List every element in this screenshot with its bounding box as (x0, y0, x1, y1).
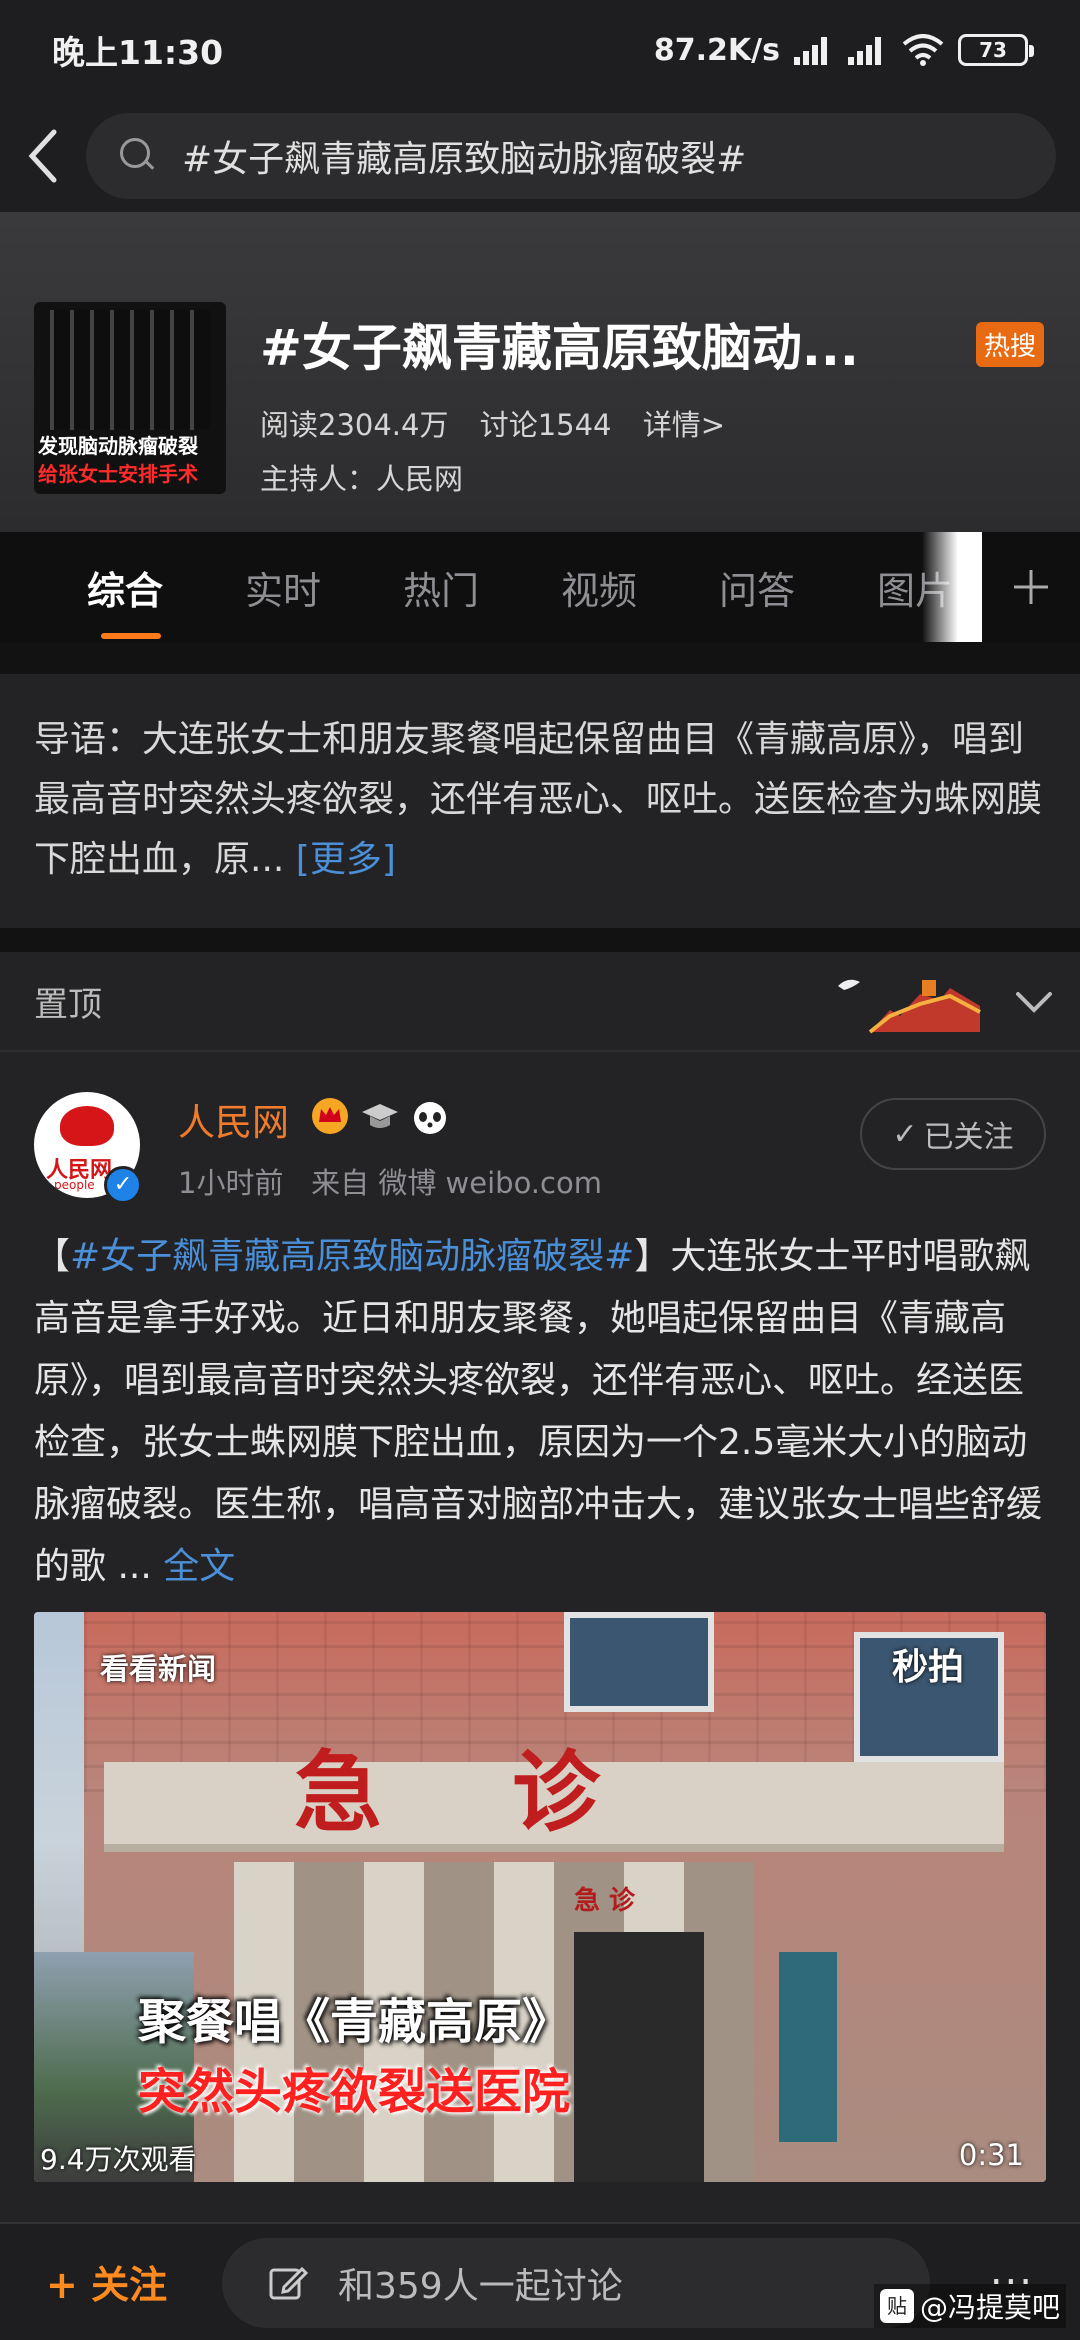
pinned-header: 置顶 (0, 952, 1080, 1050)
signal-hd-icon (794, 35, 834, 65)
graduation-cap-icon (358, 1094, 402, 1138)
thumb-caption-2: 给张女士安排手术 (38, 462, 198, 486)
intro-more-link[interactable]: [更多] (296, 839, 396, 880)
edit-icon (269, 2266, 308, 2300)
topic-thumbnail[interactable]: 发现脑动脉瘤破裂 给张女士安排手术 (34, 302, 226, 494)
post-source: 来自 微博 weibo.com (311, 1166, 602, 1200)
topic-header: 发现脑动脉瘤破裂 给张女士安排手术 #女子飙青藏高原致脑动... 热搜 阅读23… (0, 212, 1080, 532)
great-wall-decoration-icon (838, 979, 981, 1034)
follow-topic-button[interactable]: + 关注 (46, 2254, 167, 2309)
bottom-bar: + 关注 和359人一起讨论 ... 贴 @冯提莫吧 (0, 2222, 1080, 2340)
video-caption-2: 突然头疼欲裂送医院 (138, 2064, 571, 2120)
hot-search-badge[interactable]: 热搜 (976, 322, 1045, 367)
topic-title: #女子飙青藏高原致脑动... (260, 319, 859, 377)
video-emergency-sign: 急诊 (294, 1740, 731, 1844)
verified-icon: ✓ (104, 1166, 142, 1204)
section-divider (0, 642, 1080, 674)
video-door (574, 1932, 704, 2182)
video-source-logo: 看看新闻 (100, 1652, 217, 1686)
tab-video[interactable]: 视频 (520, 560, 678, 615)
full-text-link[interactable]: 全文 (163, 1546, 235, 1587)
panda-icon (408, 1094, 452, 1138)
watermark-text: @冯提莫吧 (919, 2291, 1060, 2324)
discuss-input[interactable]: 和359人一起讨论 (222, 2238, 930, 2328)
video-caption-1: 聚餐唱《青藏高原》 (138, 1994, 571, 2050)
post-text: 【#女子飙青藏高原致脑动脉瘤破裂#】大连张女士平时唱歌飙高音是拿手好戏。近日和朋… (34, 1226, 1044, 1598)
post-meta: 1小时前 来自 微博 weibo.com (178, 1160, 602, 1202)
thumb-caption-1: 发现脑动脉瘤破裂 (38, 434, 198, 458)
battery-icon: 73 (958, 34, 1034, 66)
chevron-down-icon[interactable] (1012, 980, 1056, 1024)
video-small-sign: 急 诊 (574, 1886, 636, 1916)
crown-icon (308, 1094, 352, 1138)
video-duration: 0:31 (958, 2138, 1024, 2172)
video-player[interactable]: 急诊 急 诊 看看新闻 秒拍 聚餐唱《青藏高原》 突然头疼欲裂送医院 9.4万次… (34, 1612, 1046, 2182)
topic-stats: 阅读2304.4万 讨论1544 详情> (260, 402, 747, 444)
pinned-label: 置顶 (34, 984, 102, 1025)
tab-hot[interactable]: 热门 (362, 560, 520, 615)
topic-tag-link[interactable]: #女子飙青藏高原致脑动脉瘤破裂# (70, 1236, 634, 1277)
status-icons: 87.2K/s 73 (653, 32, 1034, 68)
status-bar: 晚上11:30 87.2K/s 73 (0, 0, 1080, 100)
tab-realtime[interactable]: 实时 (204, 560, 362, 615)
topic-intro: 导语：大连张女士和朋友聚餐唱起保留曲目《青藏高原》，唱到最高音时突然头疼欲裂，还… (0, 674, 1080, 928)
watermark: 贴 @冯提莫吧 (873, 2284, 1066, 2328)
topic-host: 主持人：人民网 (260, 462, 464, 496)
bracket-open: 【 (34, 1236, 71, 1277)
tieba-icon: 贴 (879, 2289, 914, 2323)
signal-icon (848, 35, 888, 65)
tab-scroll-fade (922, 532, 982, 642)
video-blue-sign (779, 1952, 837, 2142)
discuss-placeholder: 和359人一起讨论 (338, 2266, 623, 2307)
search-input[interactable]: #女子飙青藏高原致脑动脉瘤破裂# (86, 113, 1056, 199)
thumb-xray-image (50, 310, 210, 430)
add-tab-button[interactable] (982, 532, 1080, 642)
video-view-count: 9.4万次观看 (40, 2143, 197, 2176)
following-button[interactable]: ✓ 已关注 (860, 1098, 1046, 1170)
chevron-left-icon (28, 129, 57, 183)
wifi-icon (902, 34, 944, 66)
weibo-post: 人民网 people ✓ 人民网 1小时前 来自 微博 weibo.com ✓ … (0, 1052, 1080, 2222)
search-query: #女子飙青藏高原致脑动脉瘤破裂# (182, 139, 747, 180)
avatar-logo-mark (60, 1106, 114, 1146)
tab-comprehensive[interactable]: 综合 (46, 560, 204, 639)
network-speed: 87.2K/s (653, 32, 780, 68)
post-author[interactable]: 人民网 (178, 1092, 289, 1146)
back-button[interactable] (0, 106, 86, 206)
tab-qa[interactable]: 问答 (678, 560, 836, 615)
following-label: 已关注 (923, 1120, 1014, 1155)
details-link[interactable]: 详情> (643, 408, 725, 442)
post-body-text: 】大连张女士平时唱歌飙高音是拿手好戏。近日和朋友聚餐，她唱起保留曲目《青藏高原》… (34, 1236, 1043, 1587)
post-time: 1小时前 (178, 1166, 284, 1200)
discussion-count: 讨论1544 (479, 408, 612, 442)
video-window (564, 1612, 714, 1712)
video-platform-logo: 秒拍 (892, 1647, 965, 1688)
tab-bar: 综合 实时 热门 视频 问答 图片 (0, 532, 1080, 642)
author-badges (308, 1094, 452, 1138)
status-time: 晚上11:30 (52, 33, 224, 72)
plus-icon (1014, 570, 1048, 604)
read-count: 阅读2304.4万 (260, 408, 449, 442)
search-icon (118, 136, 158, 176)
search-row: #女子飙青藏高原致脑动脉瘤破裂# (0, 100, 1080, 212)
intro-text: 导语：大连张女士和朋友聚餐唱起保留曲目《青藏高原》，唱到最高音时突然头疼欲裂，还… (34, 719, 1043, 880)
section-divider (0, 928, 1080, 952)
check-icon: ✓ (892, 1116, 918, 1152)
avatar-logo-subtext: people (54, 1178, 95, 1192)
